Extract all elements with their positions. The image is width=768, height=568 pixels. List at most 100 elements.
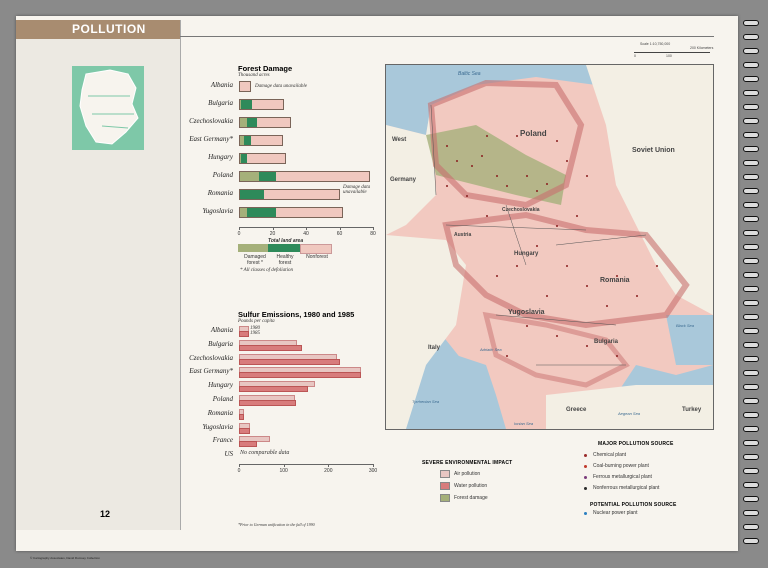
forest-tick — [339, 227, 341, 230]
legend-damaged-swatch — [238, 244, 268, 252]
map-source-dot — [486, 135, 488, 137]
map-source-dot — [526, 175, 528, 177]
spiral-ring — [743, 538, 759, 544]
source-icon — [584, 487, 587, 490]
sulfur-category-label: France — [212, 436, 233, 445]
spiral-ring — [743, 62, 759, 68]
sulfur-axis — [239, 464, 373, 465]
map-source-dot — [536, 245, 538, 247]
spiral-ring — [743, 174, 759, 180]
sulfur-bar-1985 — [239, 358, 340, 365]
map-source-dot — [516, 265, 518, 267]
spiral-binding — [740, 20, 760, 550]
spiral-ring — [743, 300, 759, 306]
map-source-dot — [526, 325, 528, 327]
forest-category-label: Romania — [207, 189, 233, 197]
spiral-ring — [743, 440, 759, 446]
spiral-ring — [743, 454, 759, 460]
spiral-ring — [743, 48, 759, 54]
sulfur-category-label: Bulgaria — [208, 339, 233, 348]
map-source-dot — [566, 160, 568, 162]
impact-swatch — [440, 494, 450, 502]
spiral-ring — [743, 258, 759, 264]
map-source-dot — [556, 335, 558, 337]
us-note: No comparable data — [240, 450, 290, 456]
legend-nonforest-swatch — [300, 244, 332, 254]
forest-category-label: Hungary — [208, 153, 233, 161]
spiral-ring — [743, 132, 759, 138]
label-ionian: Ionian Sea — [514, 421, 534, 426]
impact-item: Water pollution — [454, 483, 488, 489]
map-source-dot — [506, 185, 508, 187]
spiral-ring — [743, 244, 759, 250]
spiral-ring — [743, 286, 759, 292]
map-source-dot — [636, 295, 638, 297]
sulfur-tick — [283, 464, 285, 467]
sulfur-category-label: Hungary — [208, 381, 233, 390]
map-source-dot — [586, 345, 588, 347]
map-source-dot — [556, 140, 558, 142]
sulfur-tick-label: 300 — [368, 468, 378, 474]
sulfur-tick-label: 0 — [237, 468, 241, 474]
spiral-ring — [743, 426, 759, 432]
map-source-dot — [586, 285, 588, 287]
sulfur-category-label: East Germany* — [189, 367, 233, 376]
map-source-dot — [576, 215, 578, 217]
forest-bar-outline — [239, 117, 291, 128]
nuclear-plant-icon — [584, 512, 587, 515]
scale-zero: 0 — [634, 54, 636, 58]
label-turkey: Turkey — [682, 407, 702, 413]
label-romania: Romania — [600, 277, 630, 284]
map-source-dot — [546, 295, 548, 297]
forest-bar-outline — [239, 153, 286, 164]
source-item: Chemical plant — [593, 452, 627, 458]
spiral-ring — [743, 188, 759, 194]
source-legend-title: MAJOR POLLUTION SOURCE — [598, 441, 674, 447]
map-source-dot — [471, 165, 473, 167]
legend-healthy-swatch — [268, 244, 300, 252]
forest-tick — [306, 227, 307, 230]
forest-tick — [239, 227, 240, 230]
map-source-dot — [546, 183, 548, 185]
legend-nonforest-label: Nonforest — [306, 254, 328, 260]
scale-100: 100 — [666, 54, 672, 58]
spiral-ring — [743, 90, 759, 96]
forest-category-label: Poland — [212, 171, 233, 179]
forest-bar-outline — [239, 189, 340, 200]
spiral-ring — [743, 202, 759, 208]
spiral-ring — [743, 342, 759, 348]
spiral-ring — [743, 482, 759, 488]
label-poland: Poland — [520, 129, 547, 138]
forest-bar-outline — [239, 207, 343, 218]
pollution-map: Baltic Sea West Germany Poland Soviet Un… — [385, 64, 714, 430]
sulfur-bar-1985 — [239, 413, 245, 420]
sulfur-category-label: US — [224, 450, 233, 459]
label-greece: Greece — [566, 407, 587, 413]
scale-km: 200 Kilometers — [690, 46, 714, 50]
map-source-dot — [656, 265, 658, 267]
label-tyrrhenian: Tyrrhenian Sea — [412, 399, 440, 404]
sulfur-category-label: Poland — [212, 395, 233, 403]
label-soviet: Soviet Union — [632, 147, 675, 154]
forest-category-label: Bulgaria — [208, 99, 233, 107]
forest-tick-label: 80 — [370, 231, 376, 237]
map-source-dot — [606, 305, 608, 307]
sulfur-bar-1985 — [239, 441, 258, 448]
map-source-dot — [446, 145, 448, 147]
legend-1985: 1985 — [250, 331, 260, 336]
spiral-ring — [743, 146, 759, 152]
romania-note: Damage data unavailable — [343, 185, 371, 195]
label-hungary: Hungary — [514, 251, 539, 257]
sulfur-footnote: *Prior to German unification in the fall… — [238, 522, 315, 527]
spiral-ring — [743, 230, 759, 236]
spiral-ring — [743, 412, 759, 418]
spiral-ring — [743, 328, 759, 334]
legend-healthy-label: Healthy forest — [276, 254, 294, 266]
scale-text: Scale 1:10,750,000 — [640, 42, 671, 46]
forest-tick-label: 0 — [237, 231, 241, 237]
spiral-ring — [743, 76, 759, 82]
spiral-ring — [743, 314, 759, 320]
spiral-ring — [743, 160, 759, 166]
impact-item: Air pollution — [454, 471, 481, 477]
source-item: Ferrous metallurgical plant — [593, 474, 652, 480]
